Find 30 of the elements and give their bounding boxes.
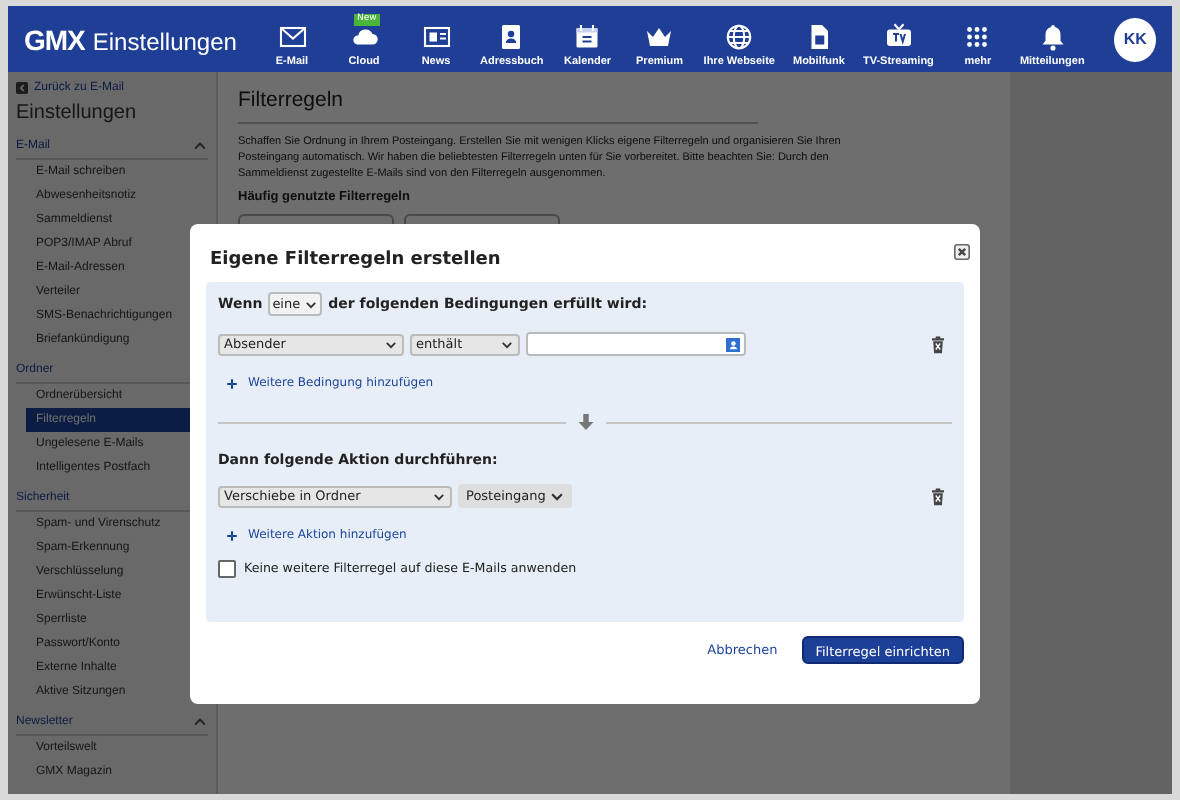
tv-icon <box>883 22 914 52</box>
trash-icon[interactable] <box>930 335 946 353</box>
section-heading: Filterregeln <box>238 88 758 124</box>
caret-icon <box>549 489 564 503</box>
collapse-icon[interactable] <box>192 138 208 154</box>
trash-icon[interactable] <box>930 487 946 505</box>
calendar-icon <box>572 22 603 52</box>
grid-icon <box>962 22 993 52</box>
plus-icon <box>226 377 238 389</box>
value-field[interactable] <box>526 332 746 356</box>
caret-icon <box>384 337 398 351</box>
plus-icon <box>226 529 238 541</box>
envelope-icon <box>277 22 307 52</box>
caret-icon <box>500 337 514 351</box>
bell-icon <box>1037 22 1068 52</box>
globe-icon <box>724 22 755 52</box>
logo[interactable]: GMX <box>24 23 85 55</box>
close-icon[interactable] <box>954 244 970 260</box>
collapse-icon[interactable] <box>192 714 208 730</box>
page-title: Einstellungen <box>92 27 237 55</box>
contact-icon[interactable] <box>726 337 740 351</box>
caret-icon <box>432 489 446 503</box>
checkbox[interactable] <box>218 560 236 578</box>
down-arrow-icon <box>577 414 593 430</box>
newspaper-icon <box>421 22 451 52</box>
caret-icon <box>304 297 319 311</box>
avatar[interactable]: KK <box>1114 17 1156 61</box>
sidebar-title: Einstellungen <box>14 100 139 128</box>
back-icon <box>16 82 28 94</box>
dialog-title: Eigene Filterregeln erstellen <box>210 250 501 270</box>
